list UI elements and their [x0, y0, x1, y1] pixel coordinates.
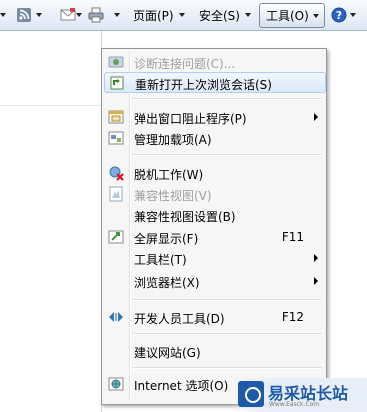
command-bar: 页面(P) 安全(S) 工具(O) ? — [0, 0, 367, 31]
print-icon[interactable] — [88, 6, 104, 24]
tools-menu-label: 工具(O) — [266, 9, 309, 23]
menu-item-reopen-session[interactable]: 重新打开上次浏览会话(S) — [104, 72, 326, 93]
menu-item-label: 浏览器栏(X) — [134, 276, 200, 290]
work-offline-icon — [108, 165, 124, 181]
submenu-arrow-icon — [314, 254, 318, 262]
menu-item-label: 兼容性视图设置(B) — [134, 210, 236, 224]
rss-feed-icon[interactable] — [16, 6, 32, 24]
menu-item-diagnose-connection[interactable]: 诊断连接问题(C)... — [104, 52, 324, 72]
tools-dropdown-icon — [313, 14, 319, 18]
help-dropdown-icon[interactable] — [350, 6, 356, 24]
page-content-right — [328, 31, 367, 412]
submenu-arrow-icon — [314, 113, 318, 121]
menu-item-popup-blocker[interactable]: 弹出窗口阻止程序(P) — [104, 107, 324, 127]
addons-icon — [108, 130, 124, 146]
menu-item-work-offline[interactable]: 脱机工作(W) — [104, 163, 324, 183]
read-mail-icon[interactable] — [60, 6, 76, 24]
safety-menu-label: 安全(S) — [199, 8, 240, 23]
menu-item-suggested-sites[interactable]: 建议网站(G) — [104, 341, 324, 361]
menu-separator — [132, 333, 322, 335]
more-chevron-icon[interactable] — [0, 6, 6, 24]
menu-item-label: 脱机工作(W) — [134, 168, 204, 182]
menu-separator — [132, 98, 322, 100]
diagnose-connection-icon — [108, 54, 124, 70]
developer-tools-icon — [108, 309, 124, 325]
page-menu-label: 页面(P) — [133, 8, 174, 23]
rss-dropdown-icon[interactable] — [36, 6, 42, 24]
compatibility-view-icon — [108, 186, 124, 202]
fullscreen-icon — [108, 229, 124, 245]
tools-dropdown-menu: 诊断连接问题(C)... 重新打开上次浏览会话(S) 弹出窗口阻止程序(P) 管… — [101, 48, 327, 405]
safety-menu-button[interactable]: 安全(S) — [199, 6, 251, 24]
watermark-logo-icon — [238, 381, 264, 407]
menu-item-label: 全屏显示(F) — [134, 232, 199, 246]
tools-menu-button[interactable]: 工具(O) — [259, 3, 325, 28]
menu-item-explorer-bars[interactable]: 浏览器栏(X) — [104, 271, 324, 291]
menu-item-label: 诊断连接问题(C)... — [134, 57, 236, 71]
help-icon[interactable]: ? — [331, 6, 347, 24]
watermark: 易采站长站 Www.Easck.Com — [230, 378, 367, 412]
menu-item-toolbars[interactable]: 工具栏(T) — [104, 248, 324, 268]
menu-item-label: 管理加载项(A) — [134, 133, 212, 147]
svg-text:?: ? — [336, 9, 342, 22]
menu-separator — [132, 154, 322, 156]
menu-item-manage-addons[interactable]: 管理加载项(A) — [104, 128, 324, 148]
menu-separator — [132, 299, 322, 301]
menu-item-label: Internet 选项(O) — [134, 379, 229, 393]
menu-item-shortcut: F12 — [281, 310, 304, 324]
reopen-session-icon — [109, 75, 125, 91]
menu-item-label: 建议网站(G) — [134, 346, 201, 360]
internet-options-icon — [108, 376, 124, 392]
mail-dropdown-icon[interactable] — [76, 6, 82, 24]
menu-item-fullscreen[interactable]: 全屏显示(F) F11 — [104, 227, 324, 247]
menu-item-shortcut: F11 — [281, 230, 304, 244]
menu-item-label: 重新打开上次浏览会话(S) — [135, 78, 272, 92]
menu-item-label: 兼容性视图(V) — [134, 189, 212, 203]
content-divider — [0, 105, 101, 106]
popup-blocker-icon — [108, 109, 124, 125]
menu-item-compatibility-view[interactable]: 兼容性视图(V) — [104, 184, 324, 204]
menu-item-developer-tools[interactable]: 开发人员工具(D) F12 — [104, 307, 324, 327]
safety-dropdown-icon — [244, 13, 251, 17]
print-dropdown-icon[interactable] — [114, 6, 120, 24]
submenu-arrow-icon — [314, 277, 318, 285]
menu-item-label: 开发人员工具(D) — [134, 312, 225, 326]
watermark-subtitle: Www.Easck.Com — [269, 401, 320, 408]
menu-separator — [132, 367, 322, 369]
page-menu-button[interactable]: 页面(P) — [133, 6, 185, 24]
menu-item-compatibility-view-settings[interactable]: 兼容性视图设置(B) — [104, 205, 324, 225]
menu-item-label: 工具栏(T) — [134, 253, 187, 267]
menu-item-label: 弹出窗口阻止程序(P) — [134, 112, 247, 126]
page-content-area — [0, 31, 102, 412]
page-dropdown-icon — [178, 13, 185, 17]
